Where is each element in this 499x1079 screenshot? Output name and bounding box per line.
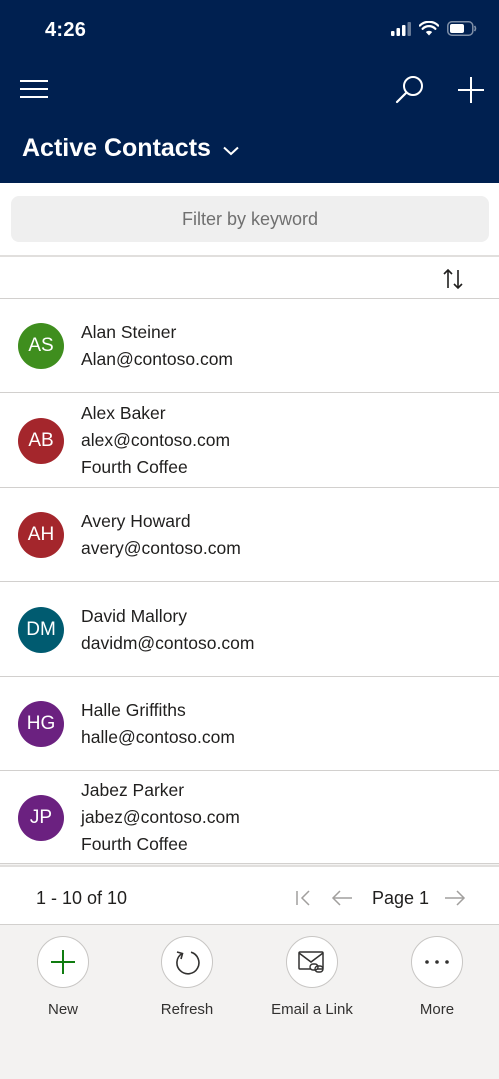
contact-email: avery@contoso.com bbox=[81, 538, 241, 558]
record-count: 1 - 10 of 10 bbox=[36, 888, 128, 908]
new-button[interactable]: New bbox=[13, 936, 113, 1018]
refresh-button-label: Refresh bbox=[160, 1001, 214, 1018]
contact-row[interactable]: AS Alan Steiner Alan@contoso.com bbox=[0, 299, 499, 393]
first-page-icon[interactable] bbox=[295, 889, 313, 907]
command-bar: New Refresh Email a Link More bbox=[0, 925, 499, 1079]
contact-email: davidm@contoso.com bbox=[81, 633, 255, 653]
contact-details: Halle Griffiths halle@contoso.com bbox=[81, 697, 235, 751]
new-button-label: New bbox=[47, 1001, 78, 1018]
contact-company: Fourth Coffee bbox=[81, 457, 188, 477]
contact-name: Alan Steiner bbox=[81, 322, 177, 342]
avatar: AB bbox=[18, 418, 64, 464]
filter-input[interactable] bbox=[11, 196, 489, 242]
contact-name: Alex Baker bbox=[81, 403, 166, 423]
contact-email: Alan@contoso.com bbox=[81, 349, 234, 369]
status-time: 4:26 bbox=[45, 19, 87, 41]
avatar: AH bbox=[18, 512, 64, 558]
contact-name: Halle Griffiths bbox=[81, 700, 186, 720]
contact-email: jabez@contoso.com bbox=[81, 807, 240, 827]
app-header: 4:26 Active Contacts bbox=[0, 0, 499, 183]
filter-area bbox=[0, 183, 499, 255]
contact-email: alex@contoso.com bbox=[81, 430, 231, 450]
contact-row[interactable]: AH Avery Howard avery@contoso.com bbox=[0, 488, 499, 582]
add-icon[interactable] bbox=[455, 74, 487, 106]
battery-icon bbox=[447, 21, 477, 36]
refresh-icon bbox=[176, 951, 200, 975]
sort-bar bbox=[0, 255, 499, 299]
contact-details: Alan Steiner Alan@contoso.com bbox=[81, 319, 233, 373]
contact-name: Avery Howard bbox=[81, 511, 191, 531]
cellular-signal-icon bbox=[391, 21, 411, 36]
avatar: AS bbox=[18, 323, 64, 369]
more-icon bbox=[425, 960, 449, 964]
view-selector[interactable]: Active Contacts bbox=[22, 134, 239, 163]
contact-details: Avery Howard avery@contoso.com bbox=[81, 508, 241, 562]
contact-row[interactable]: AB Alex Baker alex@contoso.com Fourth Coffe… bbox=[0, 393, 499, 488]
next-page-icon[interactable] bbox=[444, 889, 466, 907]
email-link-icon bbox=[298, 951, 324, 973]
avatar: DM bbox=[18, 607, 64, 653]
sort-icon[interactable] bbox=[443, 267, 463, 291]
chevron-down-icon bbox=[223, 146, 239, 155]
email-link-button-label: Email a Link bbox=[271, 1001, 353, 1018]
avatar: JP bbox=[18, 795, 64, 841]
page-number: Page 1 bbox=[372, 888, 430, 908]
status-icons bbox=[391, 21, 477, 36]
more-button-label: More bbox=[419, 1001, 455, 1018]
more-button[interactable]: More bbox=[387, 936, 487, 1018]
search-icon[interactable] bbox=[394, 74, 426, 106]
view-title: Active Contacts bbox=[22, 134, 211, 162]
menu-icon[interactable] bbox=[20, 80, 48, 98]
avatar: HG bbox=[18, 701, 64, 747]
contact-row[interactable]: DM David Mallory davidm@contoso.com bbox=[0, 582, 499, 677]
contact-details: Jabez Parker jabez@contoso.com Fourth Coff… bbox=[81, 777, 240, 858]
contact-row[interactable]: JP Jabez Parker jabez@contoso.com Fourth Co… bbox=[0, 771, 499, 864]
plus-icon bbox=[51, 950, 75, 974]
contact-list: AS Alan Steiner Alan@contoso.com AB Alex Bak… bbox=[0, 299, 499, 864]
previous-page-icon[interactable] bbox=[331, 889, 353, 907]
contact-details: David Mallory davidm@contoso.com bbox=[81, 603, 254, 657]
contact-name: David Mallory bbox=[81, 606, 187, 626]
wifi-icon bbox=[419, 21, 439, 36]
contact-row[interactable]: HG Halle Griffiths halle@contoso.com bbox=[0, 677, 499, 771]
pager: 1 - 10 of 10 Page 1 bbox=[0, 865, 499, 925]
refresh-button[interactable]: Refresh bbox=[137, 936, 237, 1018]
contact-email: halle@contoso.com bbox=[81, 727, 235, 747]
contact-details: Alex Baker alex@contoso.com Fourth Coffee bbox=[81, 400, 230, 481]
contact-name: Jabez Parker bbox=[81, 780, 185, 800]
contact-company: Fourth Coffee bbox=[81, 834, 188, 854]
email-link-button[interactable]: Email a Link bbox=[262, 936, 362, 1018]
